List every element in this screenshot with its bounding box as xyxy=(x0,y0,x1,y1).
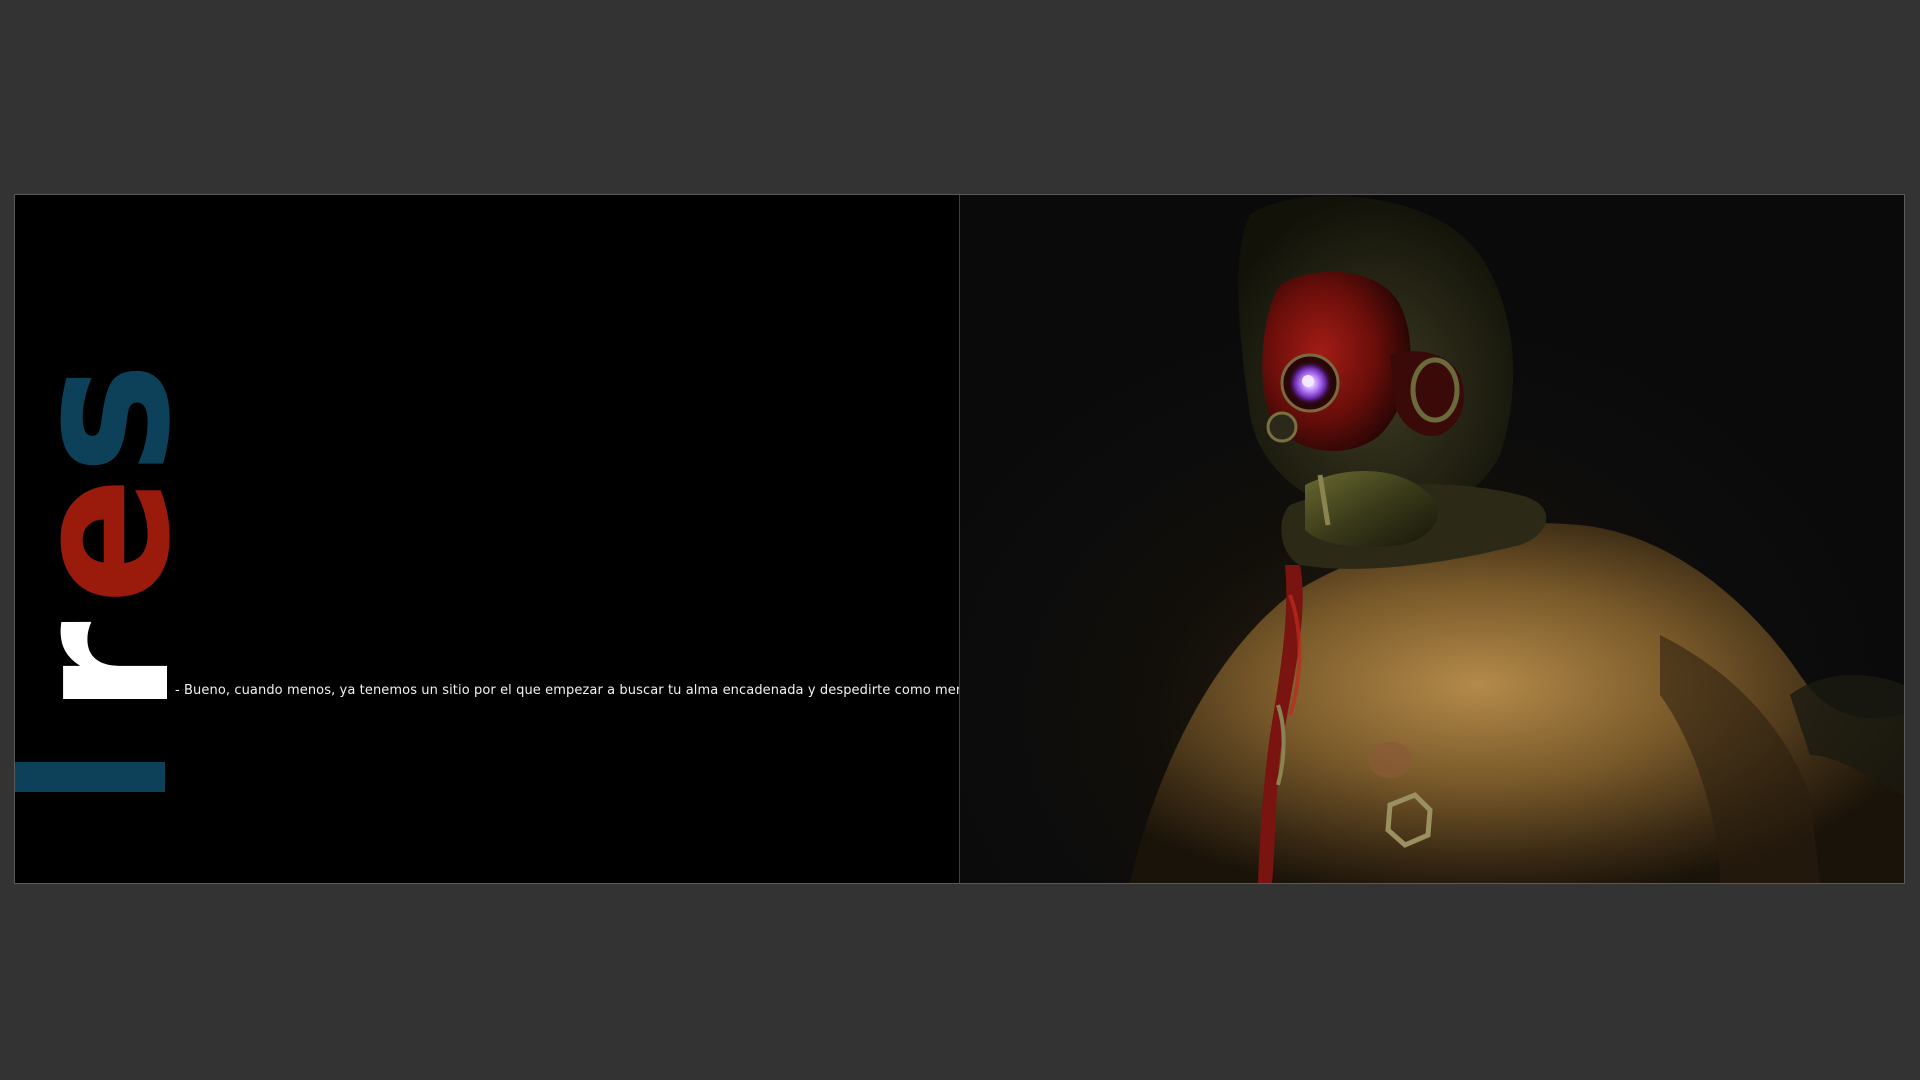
logo-letter-s: s xyxy=(15,362,212,475)
right-page xyxy=(960,195,1904,883)
comic-viewer: s e r - Bueno, cuando menos, ya tenemos … xyxy=(0,0,1920,1080)
logo-letter-r: r xyxy=(15,621,212,715)
logo-letter-e: e xyxy=(15,476,212,605)
page-spread: s e r - Bueno, cuando menos, ya tenemos … xyxy=(14,194,1905,884)
left-page: s e r - Bueno, cuando menos, ya tenemos … xyxy=(15,195,959,883)
logo-word: s e r xyxy=(15,362,212,715)
caption-text: - Bueno, cuando menos, ya tenemos un sit… xyxy=(175,683,959,698)
masked-figure-illustration xyxy=(1130,195,1904,883)
